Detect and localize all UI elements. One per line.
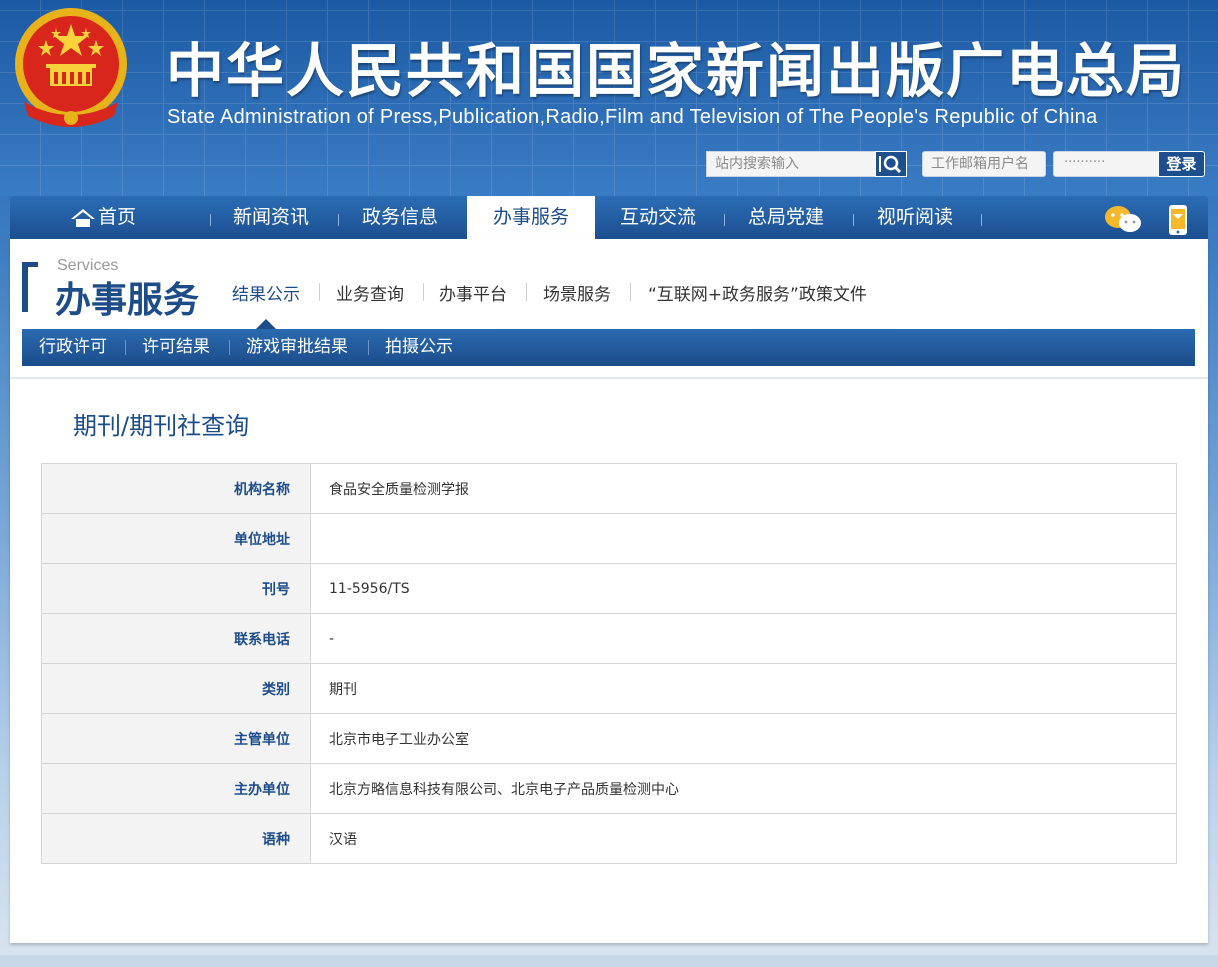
search-icon (879, 155, 902, 174)
nav-separator (853, 214, 854, 226)
nav-item-interaction[interactable]: 互动交流 (620, 196, 696, 239)
tab-game-approval-results[interactable]: 游戏审批结果 (246, 329, 348, 366)
row-label: 主办单位 (41, 763, 311, 814)
nav-item-news[interactable]: 新闻资讯 (233, 196, 309, 239)
row-label: 机构名称 (41, 463, 311, 514)
subnav-service-platform[interactable]: 办事平台 (439, 280, 507, 305)
main-nav: 首页 新闻资讯 政务信息 办事服务 互动交流 总局党建 视听阅读 (10, 196, 1208, 239)
site-subtitle: State Administration of Press,Publicatio… (167, 106, 1098, 128)
table-row: 语种 汉语 (41, 813, 1177, 864)
section-title: 办事服务 (55, 280, 200, 321)
nav-separator (981, 214, 982, 226)
tab-separator (229, 340, 230, 355)
wechat-icon[interactable] (1104, 204, 1142, 234)
nav-item-services[interactable]: 办事服务 (467, 196, 595, 239)
subnav-separator (423, 283, 424, 301)
subnav-separator (319, 283, 320, 301)
row-value: 期刊 (310, 663, 1177, 714)
row-value (310, 513, 1177, 564)
footer-band (0, 955, 1218, 967)
site-search-input[interactable]: 站内搜索输入 (706, 151, 876, 177)
table-row: 类别 期刊 (41, 663, 1177, 714)
periodical-info-table: 机构名称 食品安全质量检测学报 单位地址 刊号 11-5956/TS 联系电话 … (41, 463, 1177, 864)
nav-item-home[interactable]: 首页 (98, 196, 136, 239)
tab-separator (125, 340, 126, 355)
email-username-field[interactable]: 工作邮箱用户名 (922, 151, 1046, 177)
divider (10, 377, 1208, 379)
email-password-field[interactable]: ·········· (1053, 151, 1159, 177)
subnav-separator (526, 283, 527, 301)
tab-bar: 行政许可 许可结果 游戏审批结果 拍摄公示 (22, 329, 1195, 366)
nav-item-party-building[interactable]: 总局党建 (748, 196, 824, 239)
row-label: 主管单位 (41, 713, 311, 764)
row-value: - (310, 613, 1177, 664)
nav-item-government-info[interactable]: 政务信息 (362, 196, 438, 239)
search-button[interactable] (875, 151, 907, 177)
tab-administrative-license[interactable]: 行政许可 (39, 329, 107, 366)
table-row: 主管单位 北京市电子工业办公室 (41, 713, 1177, 764)
national-emblem-icon (15, 8, 127, 127)
subnav-internet-plus-policy[interactable]: “互联网+政务服务”政策文件 (648, 280, 867, 305)
section-bracket-decoration (22, 262, 38, 267)
table-row: 主办单位 北京方略信息科技有限公司、北京电子产品质量检测中心 (41, 763, 1177, 814)
row-label: 联系电话 (41, 613, 311, 664)
subnav-results-publicity[interactable]: 结果公示 (232, 280, 300, 305)
active-subnav-indicator (256, 319, 276, 329)
subnav-business-query[interactable]: 业务查询 (336, 280, 404, 305)
subnav-scenario-services[interactable]: 场景服务 (543, 280, 611, 305)
row-label: 类别 (41, 663, 311, 714)
row-label: 语种 (41, 813, 311, 864)
nav-item-audio-video-reading[interactable]: 视听阅读 (877, 196, 953, 239)
page-title: 期刊/期刊社查询 (73, 412, 250, 440)
row-value: 食品安全质量检测学报 (310, 463, 1177, 514)
nav-separator (724, 214, 725, 226)
tab-license-results[interactable]: 许可结果 (142, 329, 210, 366)
row-label: 刊号 (41, 563, 311, 614)
nav-separator (210, 214, 211, 226)
table-row: 单位地址 (41, 513, 1177, 564)
nav-separator (338, 214, 339, 226)
site-title: 中华人民共和国国家新闻出版广电总局 (166, 37, 1187, 105)
login-button[interactable]: 登录 (1158, 151, 1205, 177)
row-label: 单位地址 (41, 513, 311, 564)
tab-separator (368, 340, 369, 355)
home-icon (71, 209, 95, 227)
subnav-separator (630, 283, 631, 301)
table-row: 机构名称 食品安全质量检测学报 (41, 463, 1177, 514)
tab-filming-publicity[interactable]: 拍摄公示 (385, 329, 453, 366)
mobile-phone-icon[interactable] (1167, 204, 1191, 236)
row-value: 北京方略信息科技有限公司、北京电子产品质量检测中心 (310, 763, 1177, 814)
row-value: 北京市电子工业办公室 (310, 713, 1177, 764)
table-row: 刊号 11-5956/TS (41, 563, 1177, 614)
table-row: 联系电话 - (41, 613, 1177, 664)
section-bracket-decoration (22, 262, 28, 312)
row-value: 汉语 (310, 813, 1177, 864)
row-value: 11-5956/TS (310, 563, 1177, 614)
